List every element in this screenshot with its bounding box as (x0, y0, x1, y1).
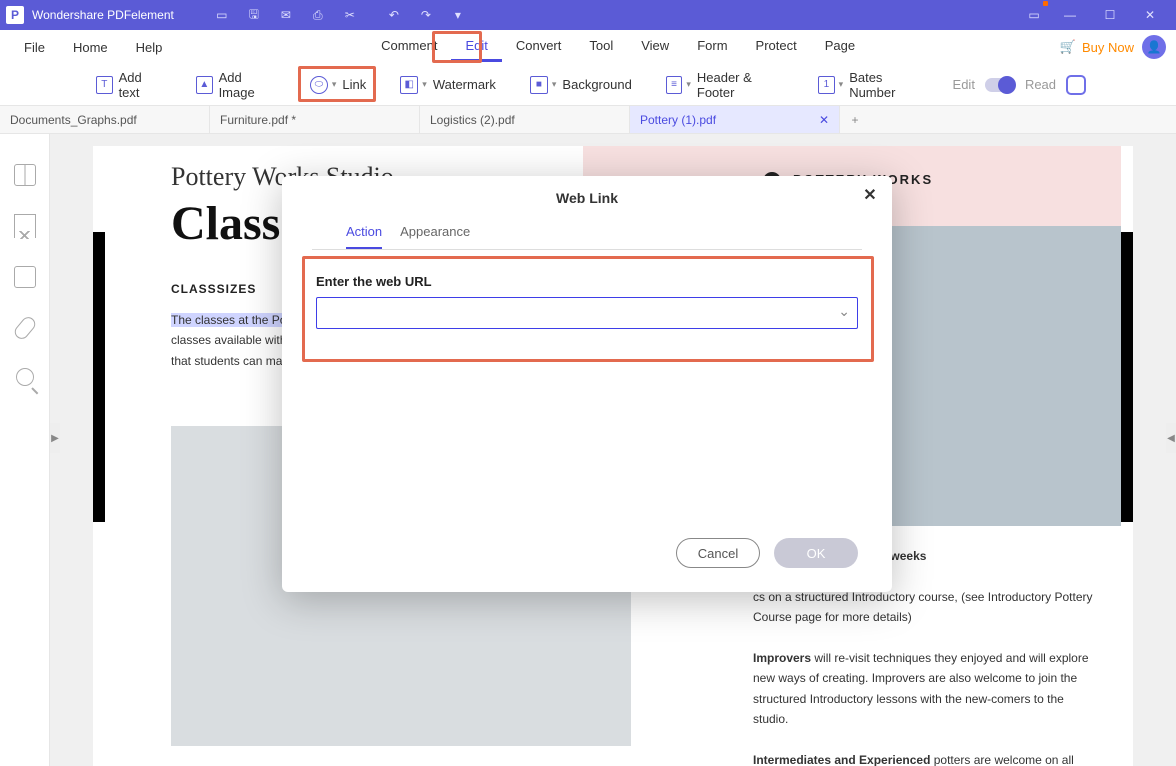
menu-protect[interactable]: Protect (742, 32, 811, 62)
ok-button[interactable]: OK (774, 538, 858, 568)
link-tool[interactable]: ⬭ ▾ Link (304, 72, 372, 98)
buy-now-label: Buy Now (1082, 40, 1134, 55)
page-title: Class (171, 196, 280, 251)
dialog-close-icon[interactable]: ✕ (862, 188, 878, 204)
header-footer-tool[interactable]: ≡ ▾ Header & Footer (660, 66, 790, 104)
read-mode-label: Read (1025, 77, 1056, 92)
chevron-down-icon[interactable]: ▾ (422, 79, 427, 90)
dialog-tabs: Action Appearance (312, 216, 862, 250)
save-icon[interactable]: 🖫 (242, 3, 266, 27)
left-sidebar (0, 134, 50, 766)
attachments-icon[interactable] (11, 314, 37, 341)
watermark-icon: ◧ (400, 76, 418, 94)
tab-label: Pottery (1).pdf (640, 113, 716, 127)
app-logo-icon: P (6, 6, 24, 24)
close-button[interactable]: ✕ (1130, 0, 1170, 30)
cart-icon: 🛒 (1060, 39, 1076, 55)
thumbnails-icon[interactable] (14, 164, 36, 186)
menu-page[interactable]: Page (811, 32, 869, 62)
chevron-down-icon[interactable]: ▾ (332, 79, 337, 90)
watermark-label: Watermark (433, 77, 496, 92)
share-icon[interactable]: ✂ (338, 3, 362, 27)
undo-icon[interactable]: ↶ (382, 3, 406, 27)
add-text-tool[interactable]: T Add text (90, 66, 168, 104)
background-icon: ■ (530, 76, 548, 94)
expand-left-panel-button[interactable]: ▶ (50, 423, 60, 453)
tab-label: Documents_Graphs.pdf (10, 113, 137, 127)
text-icon: T (96, 76, 113, 94)
tab-furniture[interactable]: Furniture.pdf * (210, 106, 420, 133)
search-icon[interactable] (16, 368, 34, 386)
bates-icon: 1 (818, 76, 835, 94)
menu-file[interactable]: File (10, 34, 59, 61)
comments-icon[interactable] (14, 266, 36, 288)
header-footer-icon: ≡ (666, 76, 683, 94)
menu-bar: File Home Help Comment Edit Convert Tool… (0, 30, 1176, 64)
expand-right-panel-button[interactable]: ◀ (1166, 423, 1176, 453)
section-heading: CLASSSIZES (171, 282, 256, 296)
close-tab-icon[interactable]: ✕ (819, 113, 829, 127)
edit-toolbar: T Add text ▲ Add Image ⬭ ▾ Link ◧ ▾ Wate… (0, 64, 1176, 106)
minimize-button[interactable]: — (1050, 0, 1090, 30)
dialog-tab-action[interactable]: Action (346, 220, 382, 249)
add-image-label: Add Image (219, 70, 276, 100)
mail-icon[interactable]: ✉ (274, 3, 298, 27)
buy-now-link[interactable]: 🛒 Buy Now (1060, 39, 1134, 55)
header-footer-label: Header & Footer (697, 70, 784, 100)
new-tab-button[interactable]: + (840, 106, 870, 133)
settings-icon[interactable] (1066, 75, 1086, 95)
web-url-input[interactable] (316, 297, 858, 329)
watermark-tool[interactable]: ◧ ▾ Watermark (394, 72, 502, 98)
window-layout-icon[interactable]: ▭ (1022, 3, 1046, 27)
dialog-body: Enter the web URL (282, 250, 892, 538)
bates-number-tool[interactable]: 1 ▾ Bates Number (812, 66, 930, 104)
page-decor (93, 232, 105, 522)
maximize-button[interactable]: ☐ (1090, 0, 1130, 30)
app-title: Wondershare PDFelement (32, 8, 174, 22)
cancel-button[interactable]: Cancel (676, 538, 760, 568)
menu-convert[interactable]: Convert (502, 32, 576, 62)
dialog-tab-appearance[interactable]: Appearance (400, 220, 470, 249)
web-link-dialog: Web Link ✕ Action Appearance Enter the w… (282, 176, 892, 592)
background-label: Background (562, 77, 631, 92)
document-tabs: Documents_Graphs.pdf Furniture.pdf * Log… (0, 106, 1176, 134)
title-bar: P Wondershare PDFelement ▭ 🖫 ✉ ⎙ ✂ ↶ ↷ ▾… (0, 0, 1176, 30)
redo-icon[interactable]: ↷ (414, 3, 438, 27)
edit-read-toggle[interactable] (985, 78, 1015, 92)
tab-label: Logistics (2).pdf (430, 113, 515, 127)
background-tool[interactable]: ■ ▾ Background (524, 72, 638, 98)
tab-label: Furniture.pdf * (220, 113, 296, 127)
edit-mode-label: Edit (953, 77, 975, 92)
link-label: Link (342, 77, 366, 92)
add-text-label: Add text (119, 70, 162, 100)
dialog-footer: Cancel OK (282, 538, 892, 592)
url-input-label: Enter the web URL (316, 274, 858, 289)
open-folder-icon[interactable]: ▭ (210, 3, 234, 27)
tab-logistics[interactable]: Logistics (2).pdf (420, 106, 630, 133)
chevron-down-icon[interactable]: ▾ (839, 79, 844, 90)
tab-pottery[interactable]: Pottery (1).pdf ✕ (630, 106, 840, 133)
chevron-down-icon[interactable]: ▾ (446, 3, 470, 27)
menu-tool[interactable]: Tool (575, 32, 627, 62)
menu-form[interactable]: Form (683, 32, 741, 62)
chevron-down-icon[interactable]: ▾ (686, 79, 691, 90)
dialog-title: Web Link ✕ (282, 176, 892, 216)
link-icon: ⬭ (310, 76, 328, 94)
chevron-down-icon[interactable]: ▾ (552, 79, 557, 90)
menu-home[interactable]: Home (59, 34, 122, 61)
tab-documents-graphs[interactable]: Documents_Graphs.pdf (0, 106, 210, 133)
bates-label: Bates Number (849, 70, 924, 100)
page-decor (1121, 232, 1133, 522)
image-icon: ▲ (196, 76, 213, 94)
menu-view[interactable]: View (627, 32, 683, 62)
bookmark-icon[interactable] (14, 214, 36, 238)
print-icon[interactable]: ⎙ (306, 3, 330, 27)
menu-help[interactable]: Help (122, 34, 177, 61)
user-avatar-icon[interactable]: 👤 (1142, 35, 1166, 59)
menu-comment[interactable]: Comment (367, 32, 451, 62)
menu-edit[interactable]: Edit (451, 32, 501, 62)
add-image-tool[interactable]: ▲ Add Image (190, 66, 282, 104)
